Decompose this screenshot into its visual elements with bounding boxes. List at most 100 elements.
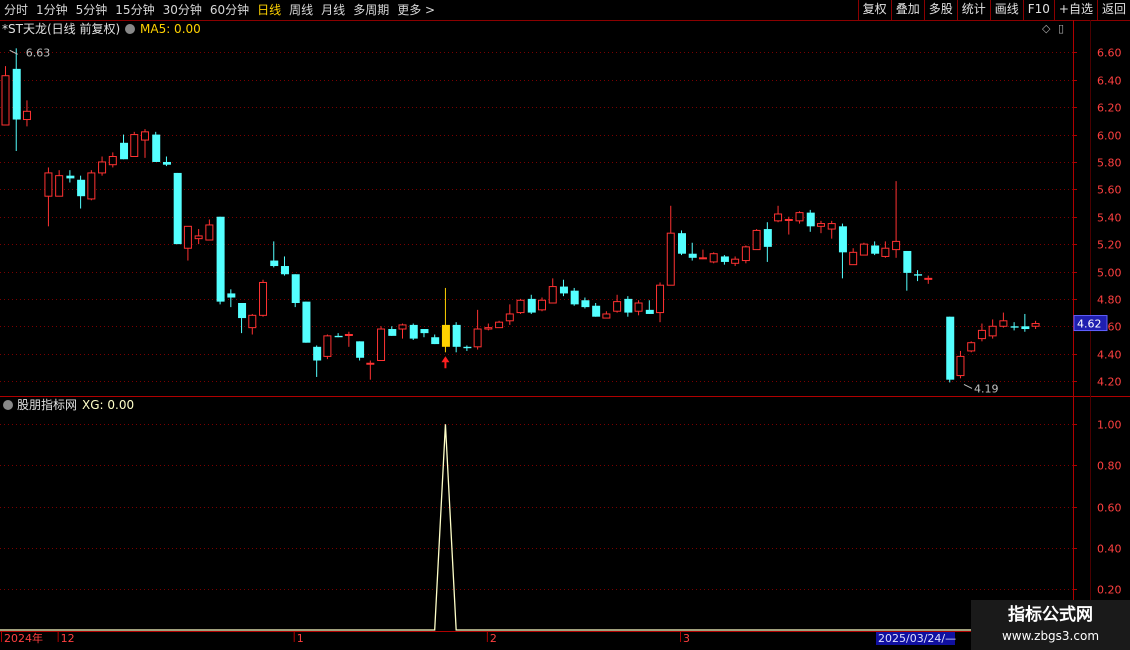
candle-body-65	[698, 257, 707, 260]
candle-body-44	[473, 328, 482, 348]
main-tick-label-7: 5.60	[1097, 184, 1122, 197]
indicator-toggle-icon	[3, 400, 13, 410]
candle-body-25	[270, 260, 279, 267]
sub-tick-label-3: 0.80	[1097, 460, 1122, 473]
candle-body-62	[666, 232, 675, 286]
indicator-title: 股朋指标网	[17, 397, 77, 412]
candle-body-74	[795, 212, 804, 222]
candle-body-15	[162, 161, 171, 165]
candle-body-31	[334, 335, 343, 338]
candle-body-85	[914, 274, 923, 276]
date-tag-label: 2025/03/24/—	[878, 632, 956, 645]
candle-body-68	[731, 258, 740, 264]
candle-body-66	[709, 253, 718, 263]
candle-body-54	[581, 300, 590, 308]
candle-body-80	[859, 243, 868, 256]
candle-body-82	[881, 247, 890, 257]
candle-body-2	[22, 110, 31, 121]
candle-body-88	[946, 316, 955, 380]
candle-body-14	[152, 134, 161, 162]
candle-body-76	[816, 223, 825, 227]
min-pointer	[963, 383, 973, 389]
ma5-label: MA5: 0.00	[140, 22, 201, 36]
candle-body-83	[892, 240, 901, 251]
main-tick-label-10: 6.20	[1097, 102, 1122, 115]
stock-title: *ST天龙(日线 前复权)	[2, 21, 120, 36]
xg-label: XG: 0.00	[82, 398, 134, 412]
candle-body-75	[806, 212, 815, 227]
time-label-4: 3	[683, 632, 690, 645]
candle-body-55	[592, 305, 601, 317]
time-label-0: 2024年	[4, 631, 43, 645]
candle-body-17	[183, 225, 192, 249]
candle-body-58	[624, 298, 633, 313]
main-tick-label-0: 4.20	[1097, 376, 1122, 389]
sub-tick-label-4: 1.00	[1097, 419, 1122, 432]
candle-body-35	[377, 328, 386, 362]
candle-body-81	[871, 245, 880, 254]
candle-body-63	[677, 233, 686, 254]
candle-body-56	[602, 313, 611, 319]
min-price-label: 4.19	[974, 382, 999, 395]
candle-body-52	[559, 286, 568, 294]
candle-body-9	[98, 161, 107, 174]
chart-stage[interactable]: 4.204.404.604.805.005.205.405.605.806.00…	[0, 0, 1130, 650]
candle-body-95	[1021, 326, 1030, 330]
candle-body-8	[87, 172, 96, 200]
candle-body-22	[238, 303, 247, 319]
candle-body-43	[463, 346, 472, 349]
candle-body-51	[548, 286, 557, 304]
candle-body-18	[194, 235, 203, 240]
xg-series-line	[0, 424, 1073, 631]
candle-body-50	[538, 299, 546, 311]
time-label-2: 1	[297, 632, 304, 645]
watermark-title: 指标公式网	[1008, 605, 1093, 625]
candle-body-67	[720, 256, 729, 262]
candle-body-60	[645, 309, 654, 314]
candle-body-96	[1031, 323, 1040, 327]
candle-body-20	[216, 216, 225, 302]
candle-body-12	[130, 134, 139, 157]
candle-body-64	[688, 253, 697, 258]
main-tick-label-4: 5.00	[1097, 267, 1122, 280]
candle-body-10	[108, 155, 117, 166]
scroll-icon[interactable]: ▯	[1058, 22, 1064, 35]
current-price-value: 4.62	[1077, 318, 1102, 331]
candle-body-4	[44, 172, 53, 197]
candle-body-0	[1, 75, 10, 126]
main-tick-label-8: 5.80	[1097, 157, 1122, 170]
signal-arrow-icon	[441, 356, 450, 369]
candle-body-84	[903, 250, 912, 273]
candle-body-36	[388, 329, 397, 336]
candle-body-28	[302, 301, 311, 343]
candle-body-79	[849, 251, 858, 266]
sub-tick-label-1: 0.40	[1097, 543, 1122, 556]
diamond-icon[interactable]: ◇	[1042, 22, 1050, 35]
candle-body-30	[323, 335, 332, 357]
candle-body-19	[205, 224, 214, 241]
main-tick-label-3: 4.80	[1097, 294, 1122, 307]
candle-body-89	[956, 355, 965, 377]
sub-tick-label-2: 0.60	[1097, 502, 1122, 515]
candle-body-78	[838, 226, 847, 253]
max-price-label: 6.63	[26, 46, 51, 59]
candle-body-72	[774, 213, 783, 222]
candle-body-34	[366, 362, 375, 365]
time-label-3: 2	[490, 632, 497, 645]
candle-body-61	[656, 284, 665, 314]
candle-body-41	[441, 324, 450, 347]
candle-body-93	[999, 320, 1008, 327]
candle-body-47	[505, 313, 514, 322]
candle-body-91	[977, 329, 986, 340]
candle-body-16	[173, 172, 182, 245]
candle-body-53	[570, 290, 579, 305]
candle-body-40	[431, 337, 440, 345]
candle-body-70	[752, 229, 761, 251]
candle-body-48	[516, 299, 525, 314]
candle-body-27	[291, 274, 300, 303]
candle-body-46	[495, 321, 504, 329]
candle-body-71	[763, 229, 772, 247]
candle-body-77	[827, 223, 836, 230]
candle-body-26	[280, 266, 289, 275]
ma-toggle-icon	[125, 24, 135, 34]
